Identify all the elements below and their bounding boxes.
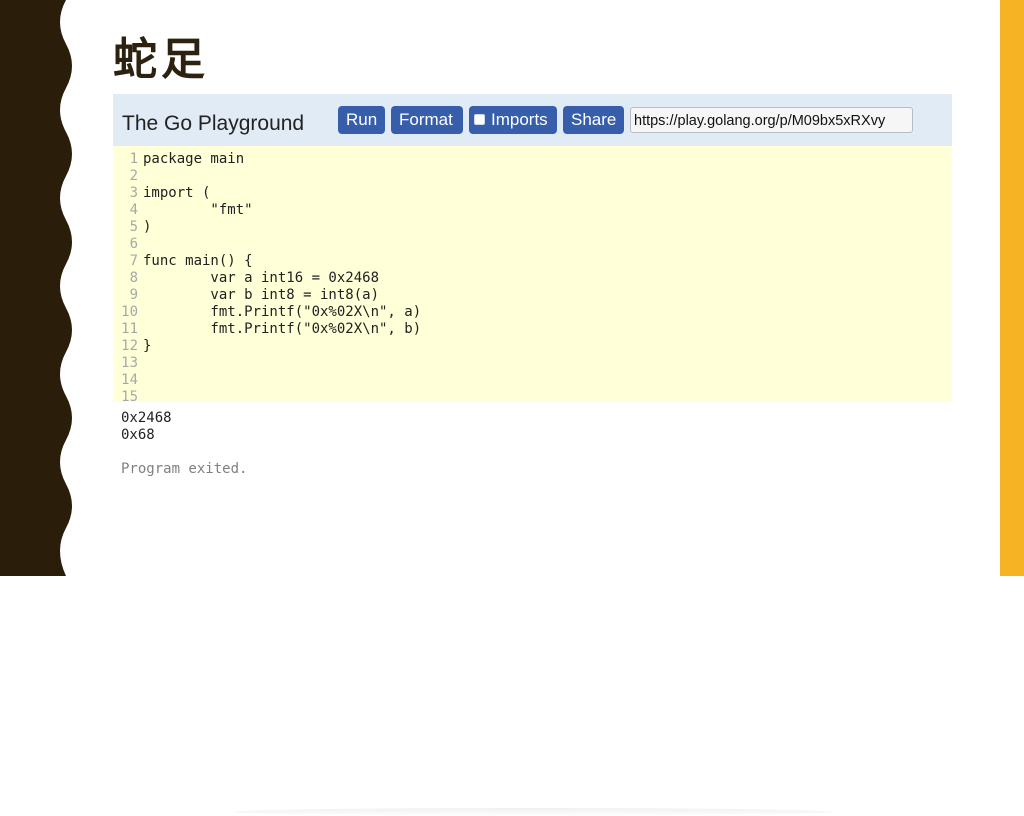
code-text: import (	[143, 185, 211, 201]
line-number: 6	[129, 236, 138, 252]
format-button[interactable]: Format	[391, 106, 463, 134]
code-line: 11 fmt.Printf("0x%02X\n", b)	[113, 321, 421, 338]
code-editor[interactable]: 1 package main 2 3 import (4 "fmt" 5) 6 7 func m…	[113, 146, 952, 402]
imports-toggle[interactable]: Imports	[469, 106, 557, 134]
code-line: 15	[113, 389, 143, 402]
code-text: }	[143, 338, 152, 354]
code-line: 9 var b int8 = int8(a)	[113, 287, 379, 304]
line-number: 9	[129, 287, 138, 303]
code-text: "fmt"	[143, 202, 253, 218]
code-line: 4 "fmt"	[113, 202, 253, 219]
line-number: 2	[129, 168, 138, 184]
code-text: )	[143, 219, 152, 235]
bottom-shadow	[233, 808, 833, 816]
playground-header: The Go Playground Run Format Imports Sha…	[113, 94, 952, 146]
code-line: 6	[113, 236, 143, 253]
output-panel: 0x2468 0x68 Program exited.	[113, 406, 952, 816]
code-line: 8 var a int16 = 0x2468	[113, 270, 379, 287]
program-exit-message: Program exited.	[121, 461, 248, 477]
code-text: fmt.Printf("0x%02X\n", a)	[143, 304, 422, 320]
line-number: 8	[129, 270, 138, 286]
code-line: 14	[113, 372, 143, 389]
line-number: 7	[129, 253, 138, 269]
imports-label: Imports	[491, 110, 548, 129]
code-text: fmt.Printf("0x%02X\n", b)	[143, 321, 422, 337]
run-button[interactable]: Run	[338, 106, 385, 134]
share-url-field[interactable]: https://play.golang.org/p/M09bx5xRXvy	[630, 107, 913, 133]
code-line: 13	[113, 355, 143, 372]
line-number: 1	[129, 151, 138, 167]
share-button[interactable]: Share	[563, 106, 624, 134]
line-number: 11	[121, 321, 138, 337]
playground-title: The Go Playground	[122, 112, 305, 135]
line-number: 12	[121, 338, 138, 354]
code-line: 1 package main	[113, 151, 245, 168]
line-number: 10	[121, 304, 138, 320]
slide-title: 蛇足	[113, 34, 209, 85]
code-line: 2	[113, 168, 143, 185]
code-line: 5)	[113, 219, 152, 236]
line-number: 5	[129, 219, 138, 235]
code-line: 10 fmt.Printf("0x%02X\n", a)	[113, 304, 421, 321]
imports-checkbox[interactable]	[474, 114, 485, 126]
line-number: 3	[129, 185, 138, 201]
output-line: 0x68	[121, 427, 155, 443]
line-number: 13	[121, 355, 138, 371]
go-playground: The Go Playground Run Format Imports Sha…	[113, 94, 952, 816]
line-number: 15	[121, 389, 138, 402]
line-number: 4	[129, 202, 138, 218]
code-text: package main	[143, 151, 245, 167]
code-text: var a int16 = 0x2468	[143, 270, 380, 286]
code-text: var b int8 = int8(a)	[143, 287, 380, 303]
code-line: 3 import (	[113, 185, 211, 202]
code-line: 12}	[113, 338, 151, 355]
code-text: func main() {	[143, 253, 253, 269]
accent-bar	[1000, 0, 1024, 576]
code-line: 7 func main() {	[113, 253, 253, 270]
line-number: 14	[121, 372, 138, 388]
output-line: 0x2468	[121, 410, 172, 426]
wavy-border-decoration	[0, 0, 72, 576]
